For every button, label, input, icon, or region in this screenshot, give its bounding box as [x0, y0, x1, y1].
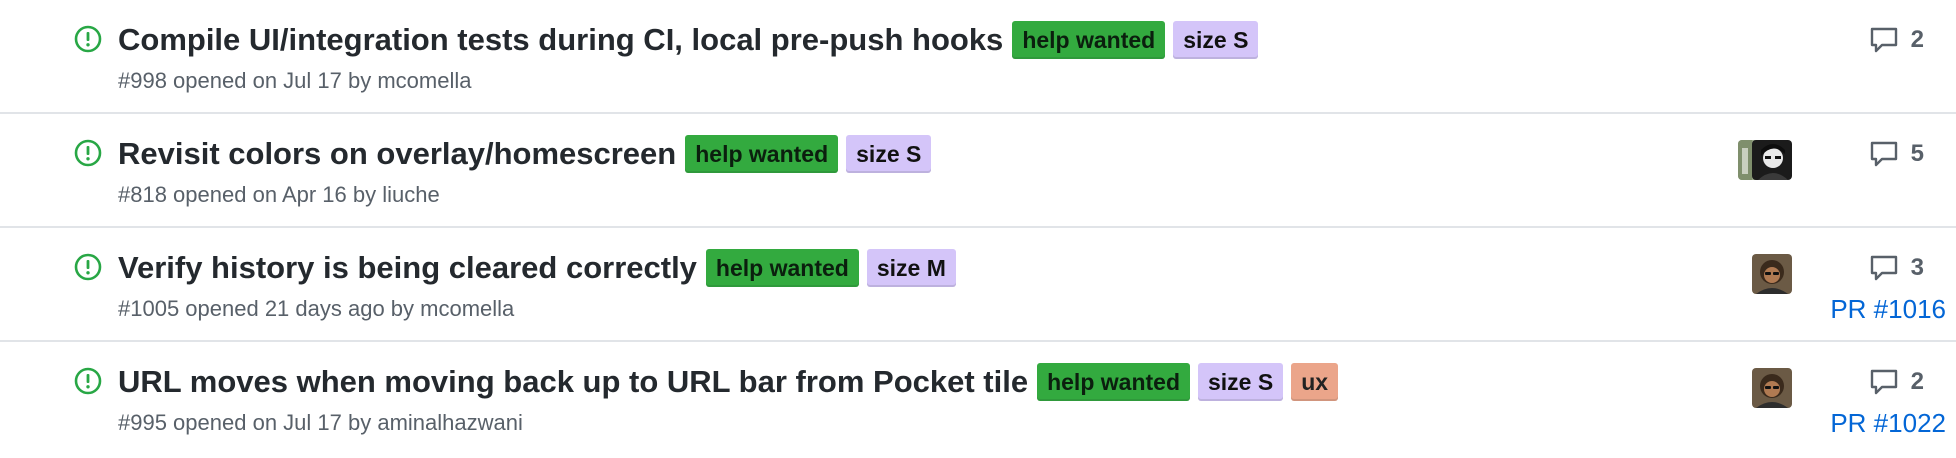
- issue-title-link[interactable]: Verify history is being cleared correctl…: [118, 246, 697, 290]
- issue-title-line: URL moves when moving back up to URL bar…: [118, 360, 1339, 404]
- comment-count: 5: [1910, 140, 1924, 167]
- label-size[interactable]: size S: [846, 135, 932, 173]
- issue-title-line: Verify history is being cleared correctl…: [118, 246, 956, 290]
- label-size[interactable]: size M: [866, 249, 956, 287]
- comment-icon: [1870, 27, 1897, 53]
- comments-link[interactable]: 2: [1869, 366, 1924, 398]
- issue-opened-icon: [74, 25, 102, 53]
- assignee-avatars: [1752, 368, 1792, 408]
- issue-title-link[interactable]: Revisit colors on overlay/homescreen: [118, 132, 676, 176]
- label-help-wanted[interactable]: help wanted: [685, 135, 839, 173]
- issue-meta: #995 opened on Jul 17 by aminalhazwani: [118, 410, 523, 435]
- issue-row: Compile UI/integration tests during CI, …: [0, 0, 1956, 114]
- avatar[interactable]: [1752, 140, 1792, 180]
- issue-meta: #818 opened on Apr 16 by liuche: [118, 182, 440, 207]
- label-help-wanted[interactable]: help wanted: [705, 249, 859, 287]
- comments-link[interactable]: 3: [1869, 252, 1924, 284]
- assignee-avatars: [1752, 254, 1792, 294]
- label-ux[interactable]: ux: [1291, 363, 1339, 401]
- issue-opened-icon: [74, 253, 102, 281]
- label-help-wanted[interactable]: help wanted: [1037, 363, 1190, 401]
- comment-count: 2: [1910, 26, 1924, 53]
- label-size[interactable]: size S: [1198, 363, 1284, 401]
- linked-pr-link[interactable]: PR #1022: [1830, 408, 1946, 439]
- comment-icon: [1870, 141, 1897, 167]
- issue-meta: #998 opened on Jul 17 by mcomella: [118, 68, 472, 93]
- issue-row: URL moves when moving back up to URL bar…: [0, 342, 1956, 456]
- issue-row: Revisit colors on overlay/homescreen hel…: [0, 114, 1956, 228]
- comments-link[interactable]: 5: [1869, 138, 1924, 170]
- issue-opened-icon: [74, 367, 102, 395]
- avatar[interactable]: [1752, 368, 1792, 408]
- comment-count: 3: [1910, 254, 1924, 281]
- issue-title-line: Revisit colors on overlay/homescreen hel…: [118, 132, 932, 176]
- assignee-avatars: [1738, 140, 1792, 180]
- issue-opened-icon: [74, 139, 102, 167]
- comment-count: 2: [1910, 368, 1924, 395]
- label-size[interactable]: size S: [1173, 21, 1259, 59]
- issue-list: Compile UI/integration tests during CI, …: [0, 0, 1956, 458]
- comment-icon: [1870, 369, 1897, 395]
- comments-link[interactable]: 2: [1869, 24, 1924, 56]
- label-help-wanted[interactable]: help wanted: [1012, 21, 1166, 59]
- issue-title-link[interactable]: Compile UI/integration tests during CI, …: [118, 18, 1003, 62]
- issue-meta: #1005 opened 21 days ago by mcomella: [118, 296, 515, 321]
- comment-icon: [1870, 255, 1897, 281]
- issue-row: Verify history is being cleared correctl…: [0, 228, 1956, 342]
- avatar[interactable]: [1752, 254, 1792, 294]
- issue-title-link[interactable]: URL moves when moving back up to URL bar…: [118, 360, 1028, 404]
- linked-pr-link[interactable]: PR #1016: [1830, 294, 1946, 325]
- issue-title-line: Compile UI/integration tests during CI, …: [118, 18, 1259, 62]
